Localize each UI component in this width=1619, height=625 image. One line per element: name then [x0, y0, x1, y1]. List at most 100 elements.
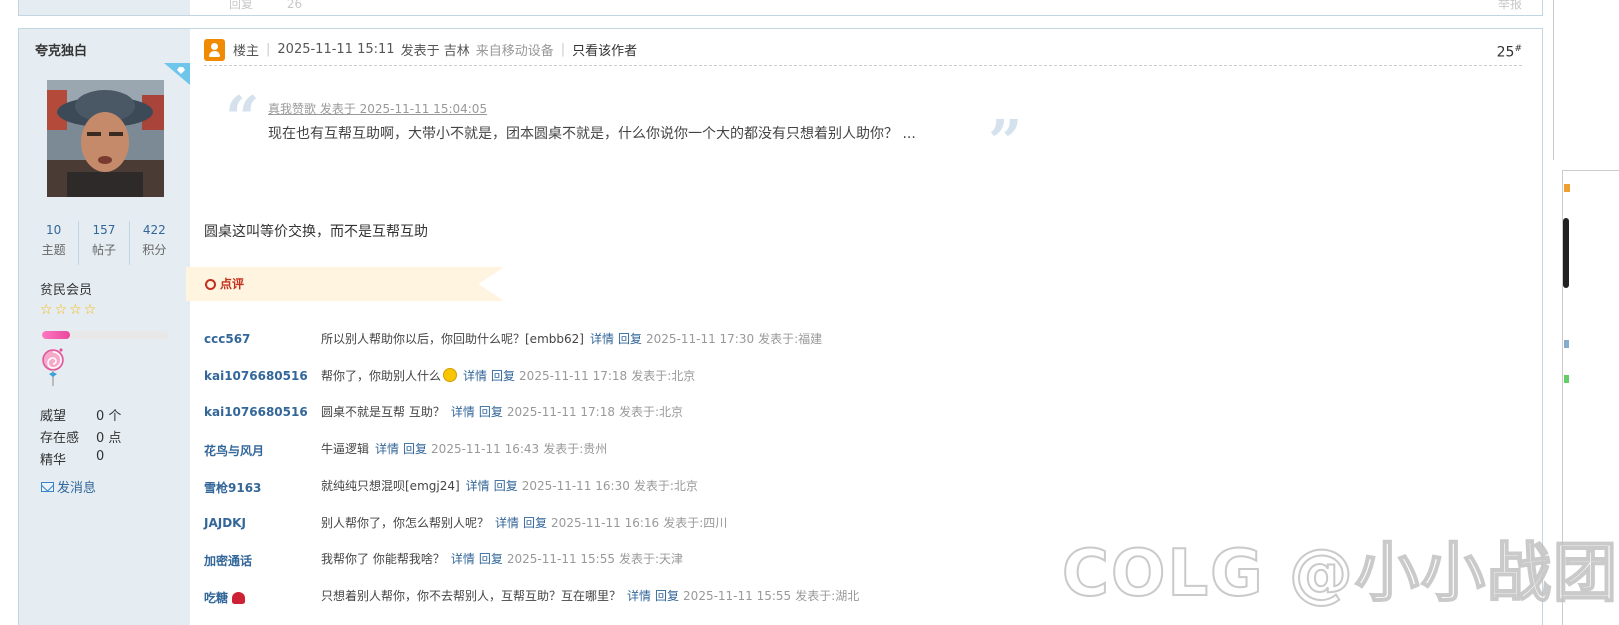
comment-location: 发表于:天津	[619, 552, 684, 566]
comment-user-link[interactable]: kai1076680516	[204, 405, 308, 419]
info-essence-label: 精华	[40, 453, 67, 468]
post-message: 圆桌这叫等价交换，而不是互帮互助	[204, 224, 428, 240]
stat-credits[interactable]: 422 积分	[130, 221, 179, 265]
quote-meta-link[interactable]: 真我赞歌 发表于 2025-11-11 15:04:05	[268, 100, 487, 117]
comment-reply-link[interactable]: 回复	[655, 589, 679, 603]
info-prestige-value: 0 个	[96, 409, 122, 424]
comment-location: 发表于:四川	[663, 516, 728, 530]
comment-text: 帮你了，你助别人什么	[321, 369, 442, 383]
comment-detail-link[interactable]: 详情	[627, 589, 651, 603]
comment-detail-link[interactable]: 详情	[466, 479, 490, 493]
comment-user-link[interactable]: 花鸟与风月	[204, 442, 264, 459]
watermark: COLG @小小战团	[1061, 536, 1619, 612]
comment-reply-link[interactable]: 回复	[494, 479, 518, 493]
quote-text: 现在也有互帮互助啊，大带小不就是，团本圆桌不就是，什么你说你一个大的都没有只想着…	[268, 126, 916, 142]
previous-post-sidebar	[19, 0, 190, 15]
comment-body: 别人帮你了，你怎么帮别人呢？ 详情 回复 2025-11-11 16:16 发表于:四川	[321, 514, 727, 531]
author-sidebar: 夸克独白 10 主题 157 帖子 422 积分 贫民会员 ☆ ☆ ☆ ☆ 威望…	[19, 29, 190, 625]
level-progress-bar	[42, 331, 168, 339]
comment-time: 2025-11-11 16:30	[521, 479, 630, 493]
stat-credits-value[interactable]: 422	[130, 221, 179, 239]
user-group[interactable]: 贫民会员	[40, 279, 92, 298]
floor-suffix: #	[1514, 44, 1522, 54]
comment-detail-link[interactable]: 详情	[495, 516, 519, 530]
comment-detail-link[interactable]: 详情	[451, 552, 475, 566]
send-message-label: 发消息	[57, 481, 97, 496]
previous-post-actions[interactable]: 回复 26	[229, 0, 302, 12]
info-essence: 精华 0	[40, 449, 104, 468]
comment-row: ccc567 所以别人帮助你以后，你回助什么呢？[embb62] 详情 回复 2025-…	[204, 328, 1504, 348]
avatar[interactable]	[47, 80, 164, 197]
comment-detail-link[interactable]: 详情	[451, 405, 475, 419]
only-author-link[interactable]: 只看该作者	[572, 40, 637, 59]
comment-reply-link[interactable]: 回复	[479, 405, 503, 419]
comment-detail-link[interactable]: 详情	[590, 332, 614, 346]
stat-posts-value[interactable]: 157	[79, 221, 128, 239]
info-prestige-label: 威望	[40, 409, 67, 424]
stat-posts[interactable]: 157 帖子	[79, 221, 130, 265]
comment-user-link[interactable]: 雪枪9163	[204, 479, 261, 496]
info-presence-label: 存在感	[40, 431, 80, 446]
comment-location: 发表于:贵州	[543, 442, 608, 456]
comment-text: 别人帮你了，你怎么帮别人呢？	[321, 516, 490, 530]
previous-post: 回复 26 举报	[18, 0, 1543, 16]
comment-user-link[interactable]: 加密通话	[204, 552, 252, 569]
stat-threads-value[interactable]: 10	[29, 221, 78, 239]
header-separator: |	[266, 42, 271, 57]
comment-time: 2025-11-11 16:16	[551, 516, 660, 530]
comment-location: 发表于:北京	[633, 479, 698, 493]
comment-user-link[interactable]: ccc567	[204, 332, 250, 346]
info-prestige: 威望 0 个	[40, 405, 121, 424]
comment-row: kai1076680516 圆桌不就是互帮 互助？ 详情 回复 2025-11-11 1…	[204, 401, 1504, 421]
comment-text: 牛逼逻辑	[321, 442, 370, 456]
side-panel-top	[1553, 0, 1557, 160]
info-essence-value: 0	[96, 449, 105, 464]
comment-location: 发表于:北京	[631, 369, 696, 383]
comment-text: 只想着别人帮你，你不去帮别人，互帮互助？互在哪里？	[321, 589, 622, 603]
emoji-icon	[443, 368, 458, 382]
comment-location: 发表于:湖北	[795, 589, 860, 603]
info-presence: 存在感 0 点	[40, 427, 121, 446]
comment-reply-link[interactable]: 回复	[491, 369, 515, 383]
stat-posts-label: 帖子	[91, 243, 116, 257]
floor-number[interactable]: 25#	[1497, 44, 1522, 61]
quote-open-icon: “	[225, 84, 260, 154]
rank-stars: ☆ ☆ ☆ ☆	[40, 303, 96, 317]
side-panel-scroll-handle[interactable]	[1563, 218, 1569, 288]
comment-row: 花鸟与风月 牛逼逻辑 详情 回复 2025-11-11 16:43 发表于:贵州	[204, 438, 1504, 458]
quote-block: “ 真我赞歌 发表于 2025-11-11 15:04:05 现在也有互帮互助啊…	[225, 84, 1025, 173]
previous-reply-label[interactable]: 回复	[229, 0, 253, 11]
post-location: 发表于 吉林	[400, 44, 470, 59]
stat-threads[interactable]: 10 主题	[29, 221, 80, 265]
rank-star-icon: ☆	[69, 302, 82, 318]
comment-detail-link[interactable]: 详情	[375, 442, 399, 456]
lollipop-medal-icon[interactable]	[41, 346, 69, 388]
comment-reply-link[interactable]: 回复	[403, 442, 427, 456]
send-message-button[interactable]: 发消息	[41, 477, 96, 496]
side-panel-marker-blue	[1564, 340, 1569, 348]
comment-user-link[interactable]: 吃糖	[204, 589, 228, 606]
header-separator-2: |	[560, 42, 566, 57]
rank-star-icon: ☆	[83, 302, 97, 318]
comment-body: 只想着别人帮你，你不去帮别人，互帮互助？互在哪里？ 详情 回复 2025-11-11 …	[321, 587, 859, 604]
comment-row: kai1076680516 帮你了，你助别人什么 详情 回复 2025-11-11 17…	[204, 365, 1504, 385]
previous-count: 26	[286, 0, 303, 11]
comment-row: 雪枪9163 就纯纯只想混呗[emgj24] 详情 回复 2025-11-11 16:3…	[204, 475, 1504, 495]
comment-user-link[interactable]: kai1076680516	[204, 369, 308, 383]
stat-threads-label: 主题	[41, 243, 66, 257]
comment-detail-link[interactable]: 详情	[463, 369, 487, 383]
avatar-image	[47, 80, 164, 197]
comment-location: 发表于:福建	[758, 332, 823, 346]
comment-user-link[interactable]: JAJDKJ	[204, 516, 246, 530]
comment-reply-link[interactable]: 回复	[479, 552, 503, 566]
level-progress-fill	[42, 331, 70, 339]
comment-reply-link[interactable]: 回复	[618, 332, 642, 346]
comment-time: 2025-11-11 17:30	[645, 332, 755, 346]
comment-reply-link[interactable]: 回复	[523, 516, 547, 530]
comment-time: 2025-11-11 17:18	[519, 369, 628, 383]
previous-report-link[interactable]: 举报	[1498, 0, 1522, 12]
diamond-corner-icon	[164, 63, 190, 85]
author-name[interactable]: 夸克独白	[35, 40, 87, 59]
side-panel-marker-green	[1564, 375, 1569, 383]
comment-body: 我帮你了 你能帮我啥？ 详情 回复 2025-11-11 15:55 发表于:天津	[321, 550, 683, 567]
